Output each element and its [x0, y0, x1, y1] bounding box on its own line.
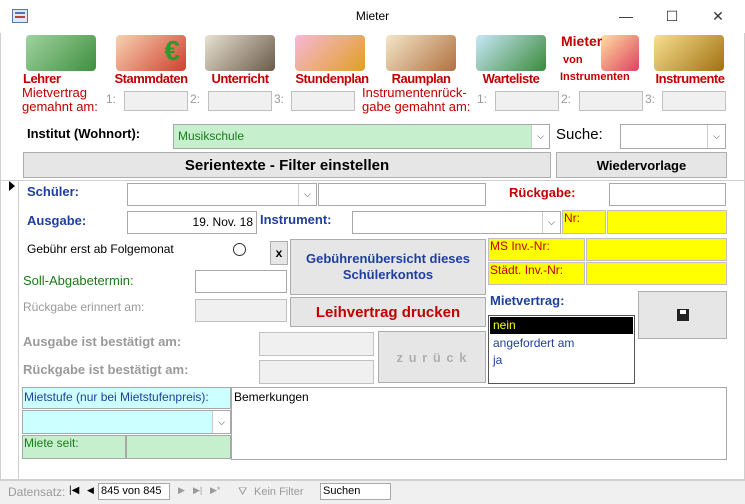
instruments-icon: [654, 35, 724, 71]
datensatz-label: Datensatz:: [8, 485, 66, 499]
renter-icon: [601, 35, 639, 71]
nav-raumplan-button[interactable]: Raumplan: [380, 33, 462, 87]
rueckgabe-mahnung3-field[interactable]: [662, 91, 726, 111]
mietvertrag-option-angefordert[interactable]: angefordert am: [490, 335, 633, 352]
mietvertrag-option-ja[interactable]: ja: [490, 352, 633, 369]
ms-inv-label: MS Inv.-Nr:: [488, 238, 585, 261]
rueckgabe-bestaetigt-field[interactable]: [259, 360, 374, 384]
clear-x-button[interactable]: x: [270, 241, 288, 265]
institut-combobox[interactable]: Musikschule ⌵: [173, 124, 550, 149]
mietvertrag-listbox[interactable]: nein angefordert am ja: [488, 315, 635, 384]
mietvertrag-mahnung1-field[interactable]: [124, 91, 188, 111]
room-plan-icon: [386, 35, 456, 71]
bemerkungen-field[interactable]: Bemerkungen: [231, 387, 727, 460]
staedt-inv-field[interactable]: [586, 262, 727, 285]
instrument-label: Instrument:: [260, 212, 332, 227]
nr-field[interactable]: [607, 210, 727, 234]
gebuehrenuebersicht-button[interactable]: Gebührenübersicht dieses Schülerkontos: [290, 239, 486, 295]
rueckgabe-date-field[interactable]: [609, 183, 726, 206]
rueckgabe-erinnert-field[interactable]: [195, 299, 287, 322]
bemerkungen-label: Bemerkungen: [234, 390, 309, 404]
rueckgabe-mahnung2-field[interactable]: [579, 91, 643, 111]
schedule-icon: [295, 35, 365, 71]
ausgabe-bestaetigt-field[interactable]: [259, 332, 374, 356]
mietvertrag-mahnung3-field[interactable]: [291, 91, 355, 111]
mahnung3-label: 3:: [274, 92, 285, 106]
floppy-disk-icon: [676, 309, 689, 321]
instrument-rueckgabe-gemahnt-label: Instrumentenrück- gabe gemahnt am:: [362, 85, 471, 114]
last-record-button[interactable]: ▶|: [193, 485, 202, 496]
serientexte-filter-button[interactable]: Serientexte - Filter einstellen: [23, 152, 551, 178]
mietvertrag-mahnung2-field[interactable]: [208, 91, 272, 111]
rueckgabe-bestaetigt-label: Rückgabe ist bestätigt am:: [23, 362, 189, 377]
nav-instrumente-button[interactable]: Instrumente: [648, 33, 732, 87]
suche-combobox[interactable]: ⌵: [620, 124, 726, 149]
save-button[interactable]: [638, 291, 727, 339]
mietvertrag-label: Mietvertrag:: [490, 293, 565, 308]
kein-filter-button[interactable]: Kein Filter: [254, 486, 304, 498]
chevron-down-icon[interactable]: ⌵: [531, 125, 549, 148]
suche-label: Suche:: [556, 126, 603, 143]
chevron-down-icon[interactable]: ⌵: [212, 411, 230, 433]
nr-label: Nr:: [562, 210, 606, 234]
ausgabe-label: Ausgabe:: [27, 213, 87, 228]
first-record-button[interactable]: |◀: [69, 485, 79, 496]
schueler-name-field[interactable]: [318, 183, 486, 206]
nav-stundenplan-button[interactable]: Stundenplan: [289, 33, 375, 87]
music-lesson-icon: [205, 35, 275, 71]
gebuehr-folgemonat-label: Gebühr erst ab Folgemonat: [27, 242, 174, 256]
schueler-combobox[interactable]: ⌵: [127, 183, 317, 206]
rueckgabe-erinnert-label: Rückgabe erinnert am:: [23, 300, 145, 314]
prev-record-button[interactable]: ◀: [87, 485, 94, 496]
rueckgabe-mahnung1-field[interactable]: [495, 91, 559, 111]
mietstufe-label: Mietstufe (nur bei Mietstufenpreis):: [22, 387, 231, 409]
zurueck-button[interactable]: z u r ü c k: [378, 331, 486, 383]
record-number-field[interactable]: 845 von 845: [98, 483, 170, 500]
ausgabe-bestaetigt-label: Ausgabe ist bestätigt am:: [23, 334, 182, 349]
mietvertrag-option-nein[interactable]: nein: [490, 317, 633, 334]
mahnung1-label: 1:: [106, 92, 117, 106]
new-record-button[interactable]: ▶*: [210, 485, 220, 496]
staedt-inv-label: Städt. Inv.-Nr:: [488, 262, 585, 285]
nav-lehrer-button[interactable]: Lehrer: [20, 33, 102, 87]
rueckgabe-label: Rückgabe:: [509, 185, 576, 200]
search-input[interactable]: Suchen: [320, 483, 391, 500]
nav-warteliste-button[interactable]: Warteliste: [470, 33, 552, 87]
mietstufe-combobox[interactable]: ⌵: [22, 410, 231, 434]
institut-value: Musikschule: [178, 129, 245, 143]
soll-abgabetermin-field[interactable]: [195, 270, 287, 293]
nav-mieter-button[interactable]: Mieter von Instrumenten: [559, 33, 643, 87]
rueck-mahnung2-label: 2:: [561, 92, 572, 106]
chevron-down-icon[interactable]: ⌵: [707, 125, 725, 148]
current-record-icon[interactable]: [9, 181, 15, 191]
filter-icon: ⛛: [238, 486, 248, 498]
ms-inv-field[interactable]: [586, 238, 727, 261]
nav-unterricht-button[interactable]: Unterricht: [199, 33, 281, 87]
wiedervorlage-button[interactable]: Wiedervorlage: [556, 152, 727, 178]
instrument-combobox[interactable]: ⌵: [352, 211, 561, 234]
waiting-list-icon: [476, 35, 546, 71]
teacher-icon: [26, 35, 96, 71]
record-selector-border: [18, 180, 19, 480]
miete-seit-label: Miete seit:: [22, 435, 126, 459]
mahnung2-label: 2:: [190, 92, 201, 106]
gebuehr-folgemonat-radio[interactable]: [233, 243, 246, 256]
next-record-button[interactable]: ▶: [178, 485, 185, 496]
nav-stammdaten-button[interactable]: € Stammdaten: [110, 33, 192, 87]
miete-seit-field[interactable]: [126, 435, 231, 459]
soll-abgabetermin-label: Soll-Abgabetermin:: [23, 273, 134, 288]
leihvertrag-drucken-button[interactable]: Leihvertrag drucken: [290, 297, 486, 327]
ausgabe-date-field[interactable]: 19. Nov. 18: [127, 211, 257, 234]
house-euro-icon: €: [116, 35, 186, 71]
chevron-down-icon[interactable]: ⌵: [542, 212, 560, 233]
institut-label: Institut (Wohnort):: [27, 126, 141, 141]
divider: [0, 180, 745, 181]
rueck-mahnung3-label: 3:: [645, 92, 656, 106]
chevron-down-icon[interactable]: ⌵: [298, 184, 316, 205]
rueck-mahnung1-label: 1:: [477, 92, 488, 106]
maximize-button[interactable]: ☐: [649, 0, 695, 33]
schueler-label: Schüler:: [27, 184, 80, 199]
close-button[interactable]: ✕: [695, 0, 741, 33]
minimize-button[interactable]: —: [603, 0, 649, 33]
